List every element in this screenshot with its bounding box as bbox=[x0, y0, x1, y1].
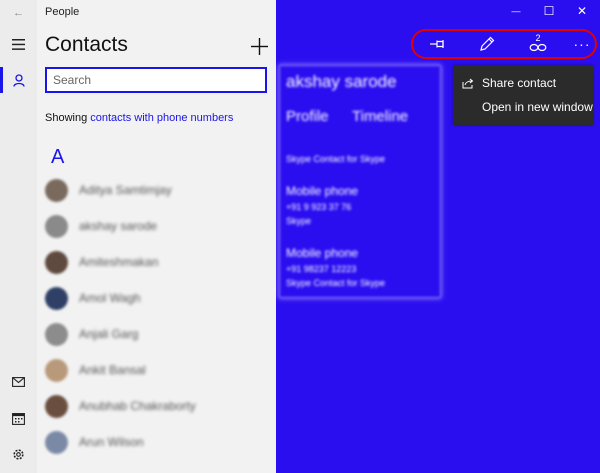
highlight-oval bbox=[411, 29, 597, 59]
contact-name: akshay sarode bbox=[79, 219, 158, 233]
app-title: People bbox=[45, 6, 80, 18]
rail-item-calendar[interactable] bbox=[0, 405, 37, 431]
tab-profile[interactable]: Profile bbox=[286, 108, 329, 125]
add-contact-button[interactable] bbox=[246, 33, 272, 59]
page-title: Contacts bbox=[45, 33, 128, 56]
menu-item-open-new-window[interactable]: Open in new window bbox=[453, 95, 593, 119]
nav-rail: ← bbox=[0, 0, 37, 473]
avatar bbox=[45, 214, 68, 238]
mobile-label-2: Mobile phone bbox=[286, 246, 359, 260]
menu-item-label: Open in new window bbox=[482, 100, 593, 114]
contact-name: Ankit Bansal bbox=[79, 363, 146, 377]
contact-list-item[interactable]: Ankit Bansal bbox=[45, 356, 273, 384]
mobile-value-1[interactable]: +91 9 923 37 76 bbox=[286, 202, 351, 212]
mobile-label-1: Mobile phone bbox=[286, 184, 359, 198]
contact-card: akshay sarode Profile Timeline Skype Con… bbox=[279, 65, 441, 298]
contact-list-item[interactable]: Amol Wagh bbox=[45, 284, 273, 312]
calendar-icon bbox=[12, 412, 25, 425]
mail-icon bbox=[12, 377, 25, 387]
avatar bbox=[45, 358, 68, 382]
showing-prefix: Showing bbox=[45, 112, 88, 124]
avatar bbox=[45, 394, 68, 418]
contact-list-item[interactable]: Anubhab Chakraborty bbox=[45, 392, 273, 420]
more-menu: Share contact Open in new window bbox=[453, 65, 593, 125]
filter-link[interactable]: contacts with phone numbers bbox=[90, 112, 233, 124]
menu-item-label: Share contact bbox=[482, 76, 557, 90]
rail-item-people[interactable] bbox=[0, 67, 37, 93]
plus-icon bbox=[250, 37, 268, 55]
contact-name: Anjali Garg bbox=[79, 327, 139, 341]
card-source-line: Skype Contact for Skype bbox=[286, 154, 386, 164]
close-icon: ✕ bbox=[576, 4, 588, 18]
back-arrow-icon: ← bbox=[13, 7, 24, 19]
mobile-sub-2: Skype Contact for Skype bbox=[286, 278, 386, 288]
avatar bbox=[45, 250, 68, 274]
tab-timeline[interactable]: Timeline bbox=[352, 108, 408, 125]
contact-list-item[interactable]: Aditya Samtimjay bbox=[45, 176, 273, 204]
mobile-value-2[interactable]: +91 98237 12223 bbox=[286, 264, 356, 274]
menu-item-share-contact[interactable]: Share contact bbox=[453, 71, 593, 95]
contact-name: Amiteshmakan bbox=[79, 255, 159, 269]
contact-name: Amol Wagh bbox=[79, 291, 141, 305]
settings-icon bbox=[13, 448, 24, 460]
mobile-sub-1: Skype bbox=[286, 216, 312, 226]
close-button[interactable]: ✕ bbox=[566, 2, 598, 20]
contact-name: Anubhab Chakraborty bbox=[79, 399, 196, 413]
share-icon bbox=[453, 78, 482, 89]
group-letter-header[interactable]: A bbox=[51, 146, 64, 169]
maximize-icon: ☐ bbox=[543, 4, 555, 18]
search-input[interactable] bbox=[47, 69, 263, 91]
avatar bbox=[45, 430, 68, 454]
minimize-icon: — bbox=[511, 6, 521, 16]
contact-name: Aditya Samtimjay bbox=[79, 183, 172, 197]
hamburger-icon bbox=[12, 38, 25, 50]
contact-list-item[interactable]: Anjali Garg bbox=[45, 320, 273, 348]
avatar bbox=[45, 286, 68, 310]
filter-status: Showing contacts with phone numbers bbox=[45, 112, 233, 124]
search-box bbox=[45, 67, 267, 93]
back-button[interactable]: ← bbox=[0, 0, 37, 26]
hamburger-menu-button[interactable] bbox=[0, 31, 37, 57]
contact-list-item[interactable]: akshay sarode bbox=[45, 212, 273, 240]
minimize-button[interactable]: — bbox=[500, 2, 532, 20]
contacts-pane: People Contacts Showing contacts with ph… bbox=[37, 0, 276, 473]
rail-item-mail[interactable] bbox=[0, 369, 37, 395]
maximize-button[interactable]: ☐ bbox=[533, 2, 565, 20]
contact-list-item[interactable]: Arun Wilson bbox=[45, 428, 273, 456]
person-icon bbox=[12, 73, 25, 87]
rail-item-settings[interactable] bbox=[0, 441, 37, 467]
avatar bbox=[45, 322, 68, 346]
avatar bbox=[45, 178, 68, 202]
card-contact-name: akshay sarode bbox=[286, 72, 397, 91]
contact-list-item[interactable]: Amiteshmakan bbox=[45, 248, 273, 276]
contact-name: Arun Wilson bbox=[79, 435, 144, 449]
